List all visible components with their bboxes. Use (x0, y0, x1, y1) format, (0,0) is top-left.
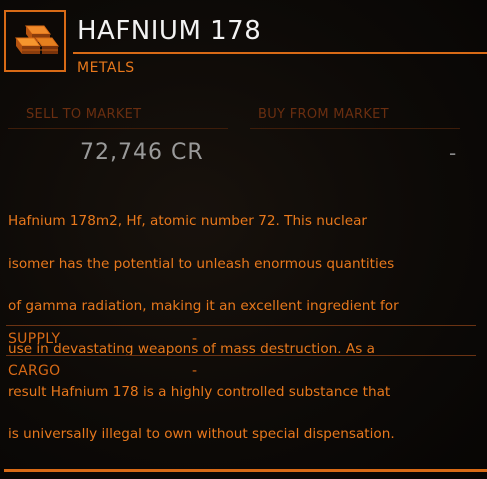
sell-divider (8, 128, 228, 129)
sell-price-value: 72,746 CR (80, 140, 204, 165)
description-line: is universally illegal to own without sp… (8, 426, 395, 443)
buy-from-market-label: BUY FROM MARKET (258, 107, 389, 122)
description-line: isomer has the potential to unleash enor… (8, 255, 395, 272)
cargo-label: CARGO (8, 363, 61, 379)
supply-label: SUPPLY (8, 331, 61, 347)
cargo-value: - (192, 363, 198, 379)
panel-bottom-divider (4, 469, 487, 472)
supply-top-divider (6, 325, 476, 326)
description-line: use in devastating weapons of mass destr… (8, 341, 375, 358)
title-divider (73, 52, 487, 54)
description-line: of gamma radiation, making it an excelle… (8, 298, 399, 315)
cargo-top-divider (6, 355, 476, 356)
commodity-category: METALS (77, 60, 135, 76)
supply-value: - (192, 331, 198, 347)
commodity-description: Hafnium 178m2, Hf, atomic number 72. Thi… (8, 190, 484, 467)
buy-divider (250, 128, 460, 129)
commodity-icon-frame (4, 10, 66, 72)
sell-to-market-label: SELL TO MARKET (26, 107, 142, 122)
buy-price-value: - (449, 141, 457, 165)
description-line: Hafnium 178m2, Hf, atomic number 72. Thi… (8, 213, 368, 230)
commodity-name: HAFNIUM 178 (77, 16, 262, 46)
commodity-detail-panel: HAFNIUM 178 METALS SELL TO MARKET BUY FR… (0, 0, 487, 479)
gold-bars-icon (15, 25, 59, 54)
description-line: result Hafnium 178 is a highly controlle… (8, 383, 391, 400)
